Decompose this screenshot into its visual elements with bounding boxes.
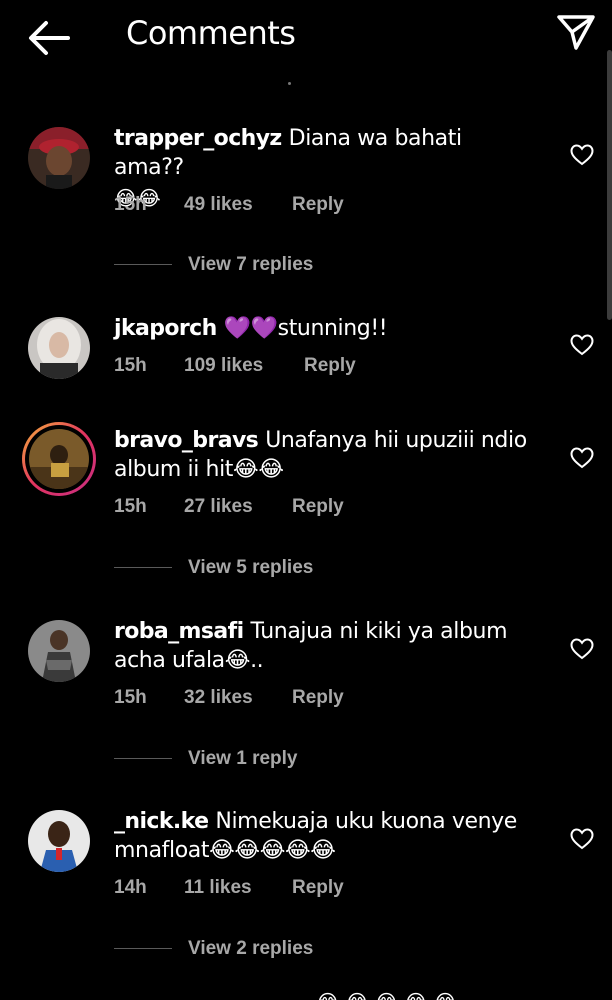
comment-text: _nick.ke Nimekuaja uku kuona venye mnafl… <box>114 807 534 865</box>
avatar-photo-icon <box>28 317 90 379</box>
view-replies-button[interactable]: View 2 replies <box>114 938 313 960</box>
comment-time: 15h <box>114 687 147 708</box>
header-bar: Comments <box>0 0 612 72</box>
comment-likes[interactable]: 109 likes <box>184 355 304 377</box>
scrollbar[interactable] <box>607 50 612 320</box>
divider-line <box>114 758 172 760</box>
comments-screen: Comments trapper_ochyz Diana wa bahati a… <box>0 0 612 1000</box>
reply-button[interactable]: Reply <box>304 355 356 377</box>
view-replies-button[interactable]: View 1 reply <box>114 748 298 770</box>
paper-plane-icon <box>557 15 595 50</box>
reply-button[interactable]: Reply <box>292 496 344 518</box>
comment-meta: 15h 49 likes Reply <box>114 194 344 216</box>
avatar <box>29 429 89 489</box>
comment-time: 14h <box>114 877 147 898</box>
comment-text: bravo_bravs Unafanya hii upuziii ndio al… <box>114 426 534 484</box>
comment-username[interactable]: roba_msafi <box>114 619 244 644</box>
comment-meta: 15h 32 likes Reply <box>114 687 344 709</box>
avatar-photo-icon <box>28 810 90 872</box>
view-replies-label: View 5 replies <box>188 557 314 578</box>
view-replies-label: View 1 reply <box>188 748 298 769</box>
comment-likes[interactable]: 49 likes <box>184 194 292 216</box>
view-replies-button[interactable]: View 7 replies <box>114 254 313 276</box>
view-replies-label: View 2 replies <box>188 938 314 959</box>
comment-likes[interactable]: 27 likes <box>184 496 292 518</box>
heart-outline-icon[interactable] <box>570 638 594 660</box>
view-replies-label: View 7 replies <box>188 254 314 275</box>
avatar-photo-icon <box>28 620 90 682</box>
divider-line <box>114 567 172 569</box>
arrow-left-icon <box>29 21 70 55</box>
reply-button[interactable]: Reply <box>292 877 344 899</box>
avatar-photo-icon <box>29 429 89 489</box>
partial-comment-emojis: 😂😂😂😂😂 <box>316 990 463 1000</box>
avatar[interactable] <box>28 620 90 682</box>
comment-time: 15h <box>114 355 147 376</box>
avatar[interactable] <box>28 317 90 379</box>
avatar[interactable] <box>28 127 90 189</box>
comment-username[interactable]: bravo_bravs <box>114 428 259 453</box>
comment-meta: 15h 27 likes Reply <box>114 496 344 518</box>
reply-button[interactable]: Reply <box>292 194 344 216</box>
share-button[interactable] <box>556 12 596 52</box>
comment-text: jkaporch 💜💜stunning!! <box>114 314 534 343</box>
divider-line <box>114 948 172 950</box>
avatar-with-story-ring[interactable] <box>22 422 96 496</box>
reply-button[interactable]: Reply <box>292 687 344 709</box>
comment-meta: 14h 11 likes Reply <box>114 877 344 899</box>
comment-likes[interactable]: 32 likes <box>184 687 292 709</box>
divider-line <box>114 264 172 266</box>
heart-outline-icon[interactable] <box>570 144 594 166</box>
comment-likes[interactable]: 11 likes <box>184 877 292 899</box>
comment-username[interactable]: _nick.ke <box>114 809 209 834</box>
page-title: Comments <box>126 14 296 52</box>
view-replies-button[interactable]: View 5 replies <box>114 557 313 579</box>
heart-outline-icon[interactable] <box>570 334 594 356</box>
heart-outline-icon[interactable] <box>570 447 594 469</box>
avatar-photo-icon <box>28 127 90 189</box>
loading-indicator <box>288 82 291 85</box>
comment-text: roba_msafi Tunajua ni kiki ya album acha… <box>114 617 534 675</box>
comment-username[interactable]: jkaporch <box>114 316 217 341</box>
heart-outline-icon[interactable] <box>570 828 594 850</box>
comment-meta: 15h 109 likes Reply <box>114 355 356 377</box>
comment-body: 💜💜stunning!! <box>223 316 388 341</box>
comment-time: 15h <box>114 194 147 215</box>
comment-time: 15h <box>114 496 147 517</box>
back-button[interactable] <box>26 18 72 58</box>
comment-username[interactable]: trapper_ochyz <box>114 126 282 151</box>
avatar[interactable] <box>28 810 90 872</box>
